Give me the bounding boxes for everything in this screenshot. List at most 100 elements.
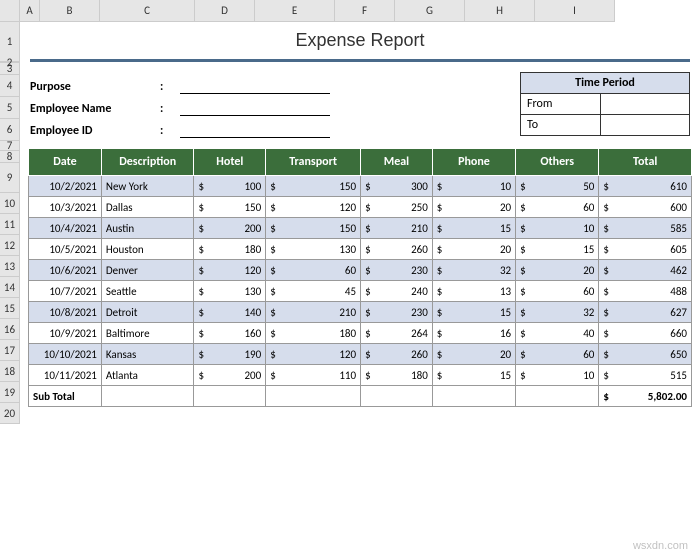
row-header-14[interactable]: 14 (0, 277, 20, 298)
cell-description[interactable]: Houston (101, 239, 194, 260)
row-header-15[interactable]: 15 (0, 298, 20, 319)
cell-phone[interactable]: $15 (432, 218, 515, 239)
cell-transport[interactable]: $120 (266, 344, 361, 365)
cell-others[interactable]: $50 (516, 176, 599, 197)
purpose-label[interactable]: Purpose (30, 80, 160, 94)
th-meal[interactable]: Meal (361, 149, 433, 176)
cell-total[interactable]: $600 (599, 197, 692, 218)
purpose-input-line[interactable] (180, 80, 330, 94)
cell-transport[interactable]: $120 (266, 197, 361, 218)
cell-description[interactable]: Detroit (101, 302, 194, 323)
cell-date[interactable]: 10/4/2021 (29, 218, 102, 239)
cell-empty[interactable] (432, 386, 515, 407)
cell-description[interactable]: Denver (101, 260, 194, 281)
cell-empty[interactable] (266, 386, 361, 407)
colon[interactable]: : (160, 80, 180, 94)
cell-date[interactable]: 10/2/2021 (29, 176, 102, 197)
cell-meal[interactable]: $230 (361, 260, 433, 281)
row-header-11[interactable]: 11 (0, 214, 20, 235)
cell-date[interactable]: 10/9/2021 (29, 323, 102, 344)
column-header-C[interactable]: C (100, 0, 195, 22)
employee-name-input-line[interactable] (180, 102, 330, 116)
cell-others[interactable]: $40 (516, 323, 599, 344)
cell-others[interactable]: $10 (516, 218, 599, 239)
cell-description[interactable]: New York (101, 176, 194, 197)
subtotal-value[interactable]: $5,802.00 (599, 386, 692, 407)
row-header-6[interactable]: 6 (0, 119, 20, 141)
cell-description[interactable]: Austin (101, 218, 194, 239)
th-description[interactable]: Description (101, 149, 194, 176)
cell-meal[interactable]: $240 (361, 281, 433, 302)
column-header-F[interactable]: F (335, 0, 395, 22)
cell-phone[interactable]: $13 (432, 281, 515, 302)
column-header-E[interactable]: E (255, 0, 335, 22)
cell-empty[interactable] (516, 386, 599, 407)
column-header-D[interactable]: D (195, 0, 255, 22)
from-value[interactable] (601, 94, 689, 114)
cell-phone[interactable]: $10 (432, 176, 515, 197)
cell-meal[interactable]: $230 (361, 302, 433, 323)
cell-phone[interactable]: $20 (432, 239, 515, 260)
cell-hotel[interactable]: $190 (194, 344, 266, 365)
th-others[interactable]: Others (516, 149, 599, 176)
row-header-3[interactable]: 3 (0, 63, 20, 75)
cell-total[interactable]: $462 (599, 260, 692, 281)
cell-date[interactable]: 10/3/2021 (29, 197, 102, 218)
row-header-16[interactable]: 16 (0, 319, 20, 340)
cell-hotel[interactable]: $120 (194, 260, 266, 281)
cell-transport[interactable]: $210 (266, 302, 361, 323)
cell-empty[interactable] (361, 386, 433, 407)
cell-transport[interactable]: $150 (266, 218, 361, 239)
cell-description[interactable]: Baltimore (101, 323, 194, 344)
th-total[interactable]: Total (599, 149, 692, 176)
row-header-17[interactable]: 17 (0, 340, 20, 361)
cell-others[interactable]: $15 (516, 239, 599, 260)
cell-hotel[interactable]: $140 (194, 302, 266, 323)
row-header-12[interactable]: 12 (0, 235, 20, 256)
cell-hotel[interactable]: $180 (194, 239, 266, 260)
cell-phone[interactable]: $32 (432, 260, 515, 281)
cell-total[interactable]: $660 (599, 323, 692, 344)
column-header-A[interactable]: A (20, 0, 40, 22)
cell-meal[interactable]: $250 (361, 197, 433, 218)
colon[interactable]: : (160, 102, 180, 116)
cell-hotel[interactable]: $160 (194, 323, 266, 344)
cell-total[interactable]: $515 (599, 365, 692, 386)
cell-description[interactable]: Kansas (101, 344, 194, 365)
cell-meal[interactable]: $264 (361, 323, 433, 344)
cell-date[interactable]: 10/6/2021 (29, 260, 102, 281)
cell-total[interactable]: $605 (599, 239, 692, 260)
row-header-20[interactable]: 20 (0, 403, 20, 424)
cell-meal[interactable]: $210 (361, 218, 433, 239)
cell-hotel[interactable]: $200 (194, 218, 266, 239)
row-header-9[interactable]: 9 (0, 163, 20, 193)
colon[interactable]: : (160, 124, 180, 138)
cell-hotel[interactable]: $150 (194, 197, 266, 218)
th-phone[interactable]: Phone (432, 149, 515, 176)
cell-phone[interactable]: $20 (432, 344, 515, 365)
cell-total[interactable]: $627 (599, 302, 692, 323)
cell-transport[interactable]: $45 (266, 281, 361, 302)
th-hotel[interactable]: Hotel (194, 149, 266, 176)
cell-hotel[interactable]: $130 (194, 281, 266, 302)
cell-date[interactable]: 10/8/2021 (29, 302, 102, 323)
cell-description[interactable]: Seattle (101, 281, 194, 302)
row-header-18[interactable]: 18 (0, 361, 20, 382)
cell-others[interactable]: $20 (516, 260, 599, 281)
cell-transport[interactable]: $130 (266, 239, 361, 260)
cell-date[interactable]: 10/5/2021 (29, 239, 102, 260)
cell-empty[interactable] (194, 386, 266, 407)
cell-others[interactable]: $60 (516, 281, 599, 302)
subtotal-label[interactable]: Sub Total (29, 386, 102, 407)
cell-transport[interactable]: $110 (266, 365, 361, 386)
row-header-4[interactable]: 4 (0, 75, 20, 97)
row-header-19[interactable]: 19 (0, 382, 20, 403)
cell-others[interactable]: $10 (516, 365, 599, 386)
cell-phone[interactable]: $20 (432, 197, 515, 218)
column-header-I[interactable]: I (535, 0, 615, 22)
cell-others[interactable]: $60 (516, 344, 599, 365)
cell-transport[interactable]: $60 (266, 260, 361, 281)
row-header-13[interactable]: 13 (0, 256, 20, 277)
cell-hotel[interactable]: $100 (194, 176, 266, 197)
cell-phone[interactable]: $15 (432, 302, 515, 323)
